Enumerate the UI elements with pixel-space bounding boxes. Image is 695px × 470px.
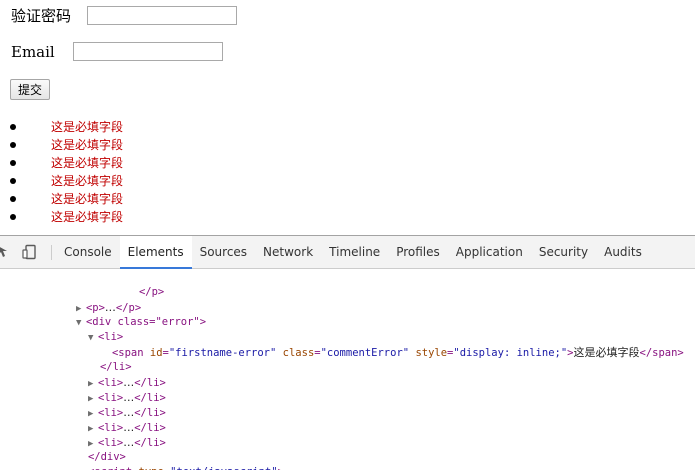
devtools-tabs: Console Elements Sources Network Timelin…	[56, 236, 650, 269]
tab-audits[interactable]: Audits	[596, 236, 650, 269]
password-verify-row: 验证密码	[11, 5, 238, 26]
error-message: 这是必填字段	[51, 120, 124, 134]
tab-network[interactable]: Network	[255, 236, 321, 269]
dom-node[interactable]: ▶ <li>…</li>	[50, 420, 166, 449]
attr-value: "display: inline;"	[453, 347, 568, 359]
password-verify-label: 验证密码	[11, 7, 72, 25]
attr-name: id	[149, 347, 163, 359]
tab-timeline[interactable]: Timeline	[321, 236, 388, 269]
attr-name: type	[139, 466, 164, 470]
dom-node[interactable]: <span id="firstname-error" class="commen…	[74, 330, 684, 359]
attr-value: "commentError"	[320, 347, 410, 359]
tab-profiles[interactable]: Profiles	[388, 236, 448, 269]
dom-node[interactable]: ▶ <li>…</li>	[50, 405, 166, 434]
device-toggle-icon[interactable]	[22, 244, 38, 260]
dom-node[interactable]: ▼ <li>	[50, 315, 123, 343]
tag-text: <script	[88, 466, 132, 470]
devtools-toolbar: Console Elements Sources Network Timelin…	[0, 236, 695, 269]
error-message: 这是必填字段	[51, 192, 124, 206]
inspect-element-icon[interactable]	[0, 244, 12, 260]
error-message: 这是必填字段	[51, 174, 124, 188]
web-page: 验证密码 Email 提交 这是必填字段 这是必填字段 这是必填字段 这是必填字…	[0, 0, 695, 235]
dom-node[interactable]: <script type="text/javascript">	[50, 450, 284, 470]
bullet-icon	[10, 178, 16, 184]
email-label: Email	[11, 42, 55, 61]
email-row: Email	[11, 42, 223, 61]
dom-node[interactable]: ▶ <li>…</li>	[50, 390, 166, 419]
error-message: 这是必填字段	[51, 156, 124, 170]
tab-security[interactable]: Security	[531, 236, 596, 269]
attr-value: "firstname-error"	[168, 347, 277, 359]
tab-console[interactable]: Console	[56, 236, 120, 269]
submit-button[interactable]: 提交	[10, 79, 51, 100]
dom-node[interactable]: ▼ <div class="error">	[38, 300, 206, 328]
bullet-icon	[10, 160, 16, 166]
bullet-icon	[10, 124, 16, 130]
tab-elements[interactable]: Elements	[119, 236, 192, 269]
dom-node[interactable]: </li>	[62, 345, 132, 373]
bullet-icon	[10, 214, 16, 220]
toolbar-divider	[51, 245, 52, 260]
attr-name: style	[415, 347, 448, 359]
bullet-icon	[10, 196, 16, 202]
bullet-icon	[10, 142, 16, 148]
error-message: 这是必填字段	[51, 138, 124, 152]
dom-tree: </p> ▶ <p>…</p> ▼ <div class="error"> ▼ <li…	[0, 270, 695, 470]
dom-node[interactable]: </div>	[50, 435, 126, 463]
attr-name: class	[282, 347, 315, 359]
dom-node[interactable]: ▶ <p>…</p>	[38, 285, 141, 314]
tag-text: </span>	[639, 347, 684, 359]
error-message: 这是必填字段	[51, 210, 124, 224]
email-input[interactable]	[72, 42, 223, 61]
tag-text: </p>	[138, 286, 165, 298]
devtools-panel: Console Elements Sources Network Timelin…	[0, 235, 695, 470]
dom-node[interactable]: ▶ <li>…</li>	[50, 375, 166, 404]
tab-application[interactable]: Application	[448, 236, 531, 269]
password-verify-input[interactable]	[87, 6, 238, 25]
attr-value: "text/javascript"	[170, 466, 277, 470]
tab-sources[interactable]: Sources	[192, 236, 255, 269]
dom-node[interactable]: ▶ <li>…</li>	[50, 360, 166, 389]
node-text: 这是必填字段	[573, 346, 640, 359]
dom-node[interactable]: </p>	[101, 270, 164, 298]
